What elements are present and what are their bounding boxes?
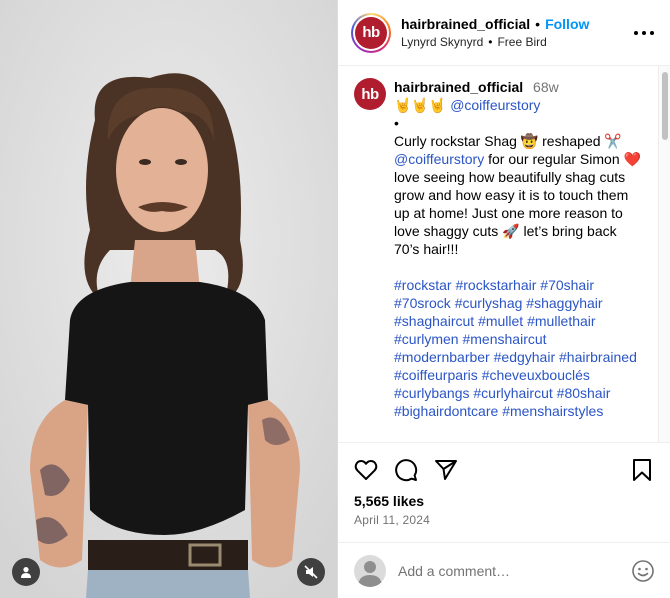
separator-dot: • — [488, 34, 493, 49]
hashtag-link[interactable]: #70shair — [540, 277, 594, 293]
post-side-panel: hb hairbrained_official • Follow Lynyrd … — [337, 0, 670, 598]
mention-link[interactable]: @coiffeurstory — [450, 97, 540, 113]
hashtag-link[interactable]: #modernbarber — [394, 349, 490, 365]
caption-text: Curly rockstar Shag 🤠 reshaped ✂️ — [394, 133, 622, 149]
hashtag-link[interactable]: #curlyhaircut — [473, 385, 552, 401]
hashtag-link[interactable]: #70srock — [394, 295, 451, 311]
follow-button[interactable]: Follow — [545, 15, 589, 33]
hashtag-link[interactable]: #cheveuxbouclés — [482, 367, 590, 383]
comment-icon[interactable] — [394, 458, 418, 482]
bookmark-icon[interactable] — [630, 458, 654, 482]
emoji-icon[interactable] — [631, 559, 655, 583]
post-media[interactable] — [0, 0, 337, 598]
hashtag-link[interactable]: #curlymen — [394, 331, 459, 347]
comment-input[interactable] — [398, 562, 631, 579]
hashtag-link[interactable]: #curlybangs — [394, 385, 470, 401]
hashtag-link[interactable]: #shaghaircut — [394, 313, 474, 329]
action-bar: 5,565 likes April 11, 2024 — [338, 442, 670, 527]
post-photo — [0, 0, 337, 598]
caption-time[interactable]: 68w — [533, 79, 559, 95]
author-username[interactable]: hairbrained_official — [401, 15, 530, 33]
mute-button[interactable] — [297, 558, 325, 586]
heart-icon[interactable] — [354, 458, 378, 482]
hashtag-link[interactable]: #curlyshag — [455, 295, 523, 311]
post-header: hb hairbrained_official • Follow Lynyrd … — [338, 0, 670, 66]
hashtag-link[interactable]: #mullet — [478, 313, 523, 329]
audio-title[interactable]: Free Bird — [497, 33, 546, 51]
hashtag-link[interactable]: #rockstarhair — [455, 277, 536, 293]
caption: hb hairbrained_official 68w 🤘🤘🤘 @coiffeu… — [354, 78, 654, 420]
send-icon[interactable] — [434, 458, 458, 482]
current-user-avatar — [354, 554, 386, 587]
hashtag-link[interactable]: #rockstar — [394, 277, 452, 293]
tagged-users-button[interactable] — [12, 558, 40, 586]
caption-bullet: • — [394, 115, 399, 131]
hashtag-link[interactable]: #coiffeurparis — [394, 367, 478, 383]
like-count[interactable]: 5,565 likes — [354, 493, 654, 509]
mute-icon — [304, 565, 318, 579]
hashtag-link[interactable]: #mullethair — [527, 313, 595, 329]
hashtag-link[interactable]: #bighairdontcare — [394, 403, 498, 419]
caption-username[interactable]: hairbrained_official — [394, 79, 523, 95]
hashtag-link[interactable]: #menshairstyles — [502, 403, 603, 419]
post-date[interactable]: April 11, 2024 — [354, 513, 654, 527]
audio-artist[interactable]: Lynyrd Skynyrd — [401, 33, 483, 51]
hashtag-link[interactable]: #shaggyhair — [526, 295, 602, 311]
caption-area: hb hairbrained_official 68w 🤘🤘🤘 @coiffeu… — [338, 66, 670, 442]
default-avatar-icon — [358, 560, 382, 587]
hashtag-link[interactable]: #menshaircut — [462, 331, 546, 347]
separator-dot: • — [535, 15, 541, 32]
comment-bar — [338, 542, 670, 598]
hashtag-list: #rockstar #rockstarhair #70shair #70sroc… — [394, 276, 642, 420]
scrollbar[interactable] — [658, 66, 670, 442]
mention-link[interactable]: @coiffeurstory — [394, 151, 484, 167]
caption-avatar[interactable]: hb — [354, 78, 386, 110]
avatar[interactable]: hb — [355, 16, 387, 49]
hashtag-link[interactable]: #edgyhair — [494, 349, 556, 365]
instagram-post: hb hairbrained_official • Follow Lynyrd … — [0, 0, 670, 598]
more-options-icon[interactable] — [634, 30, 654, 35]
audio-info[interactable]: Lynyrd Skynyrd • Free Bird — [401, 33, 634, 51]
user-tag-icon — [21, 567, 31, 578]
caption-body: hairbrained_official 68w 🤘🤘🤘 @coiffeurst… — [394, 78, 642, 420]
hashtag-link[interactable]: #hairbrained — [559, 349, 637, 365]
caption-emoji: 🤘🤘🤘 — [394, 97, 447, 113]
scrollbar-thumb[interactable] — [662, 72, 668, 140]
hashtag-link[interactable]: #80shair — [557, 385, 611, 401]
story-ring[interactable]: hb — [351, 12, 391, 53]
